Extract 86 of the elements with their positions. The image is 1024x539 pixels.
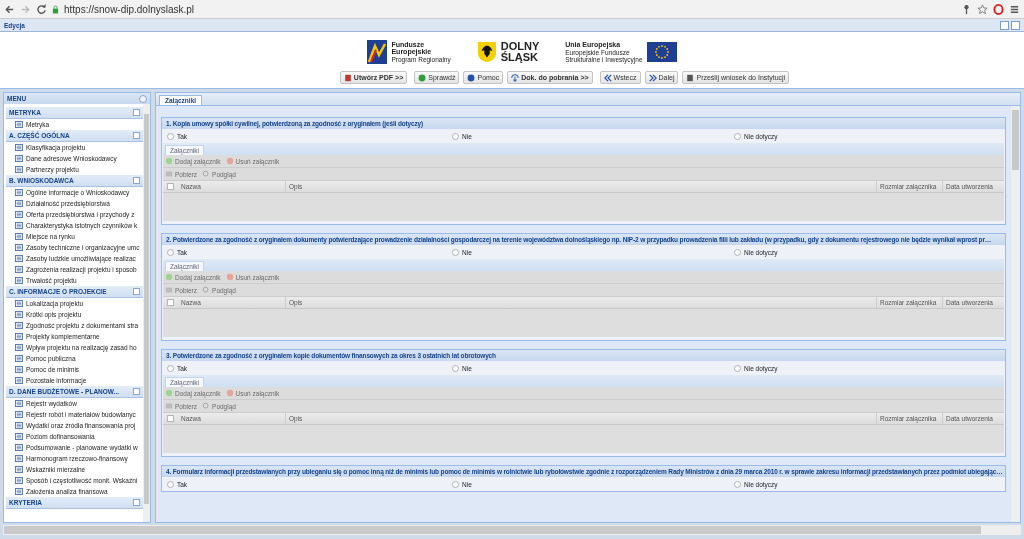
- form-icon: [15, 322, 23, 329]
- radio-button[interactable]: [452, 132, 459, 140]
- form-icon: [15, 333, 23, 340]
- form-icon: [15, 144, 23, 151]
- radio-button[interactable]: [452, 248, 459, 256]
- download-icon: [511, 73, 520, 82]
- radio-button[interactable]: [167, 364, 174, 372]
- form-icon: [15, 121, 23, 128]
- forward-icon[interactable]: [20, 3, 31, 15]
- minus-icon: [225, 157, 234, 165]
- radio-button[interactable]: [734, 364, 741, 372]
- form-icon: [15, 488, 23, 495]
- form-icon: [15, 266, 23, 273]
- eu-flag-icon: [646, 42, 677, 62]
- collapse-icon[interactable]: [133, 388, 140, 395]
- radio-button[interactable]: [452, 480, 459, 488]
- document-icon: [165, 402, 173, 410]
- scrollbar[interactable]: [1011, 106, 1020, 522]
- magnifier-icon: [202, 402, 211, 410]
- form-icon: [15, 377, 23, 384]
- form-icon: [15, 244, 23, 251]
- collapse-icon[interactable]: [133, 109, 140, 116]
- ring-icon[interactable]: [993, 3, 1004, 15]
- back-icon[interactable]: [4, 3, 15, 15]
- magnifier-icon: [202, 170, 211, 178]
- form-icon: [15, 255, 23, 262]
- radio-button[interactable]: [167, 132, 174, 140]
- magnifier-icon: [202, 286, 211, 294]
- collapse-icon[interactable]: [133, 177, 140, 184]
- form-icon: [15, 344, 23, 351]
- radio-button[interactable]: [452, 364, 459, 372]
- form-icon: [15, 277, 23, 284]
- form-icon: [15, 233, 23, 240]
- form-icon: [15, 300, 23, 307]
- form-icon: [15, 311, 23, 318]
- radio-button[interactable]: [734, 132, 741, 140]
- logo-text: ŚLĄSK: [500, 52, 538, 63]
- document-icon: [343, 73, 352, 82]
- form-icon: [15, 400, 23, 407]
- collapse-icon[interactable]: [133, 288, 140, 295]
- radio-button[interactable]: [734, 480, 741, 488]
- reload-icon[interactable]: [36, 3, 47, 15]
- form-icon: [15, 155, 23, 162]
- document-icon: [165, 286, 173, 294]
- minus-icon: [225, 273, 234, 281]
- form-icon: [15, 166, 23, 173]
- lock-icon: [52, 4, 59, 14]
- form-icon: [15, 355, 23, 362]
- double-right-arrow-icon: [648, 73, 657, 82]
- form-icon: [15, 366, 23, 373]
- collapse-icon[interactable]: [133, 499, 140, 506]
- plus-icon: [165, 273, 173, 281]
- plus-icon: [165, 389, 173, 397]
- flag-logo-icon: [367, 40, 388, 64]
- scrollbar[interactable]: [143, 104, 150, 522]
- collapse-icon[interactable]: [133, 132, 140, 139]
- close-icon[interactable]: [1011, 20, 1020, 30]
- star-icon[interactable]: [977, 3, 988, 15]
- form-icon: [15, 455, 23, 462]
- plus-icon: [165, 157, 173, 165]
- double-left-arrow-icon: [603, 73, 612, 82]
- radio-button[interactable]: [167, 248, 174, 256]
- checkbox[interactable]: [167, 415, 174, 422]
- document-icon: [165, 170, 173, 178]
- radio-button[interactable]: [734, 248, 741, 256]
- form-icon: [15, 477, 23, 484]
- form-icon: [15, 411, 23, 418]
- form-icon: [15, 222, 23, 229]
- eagle-shield-icon: [476, 40, 497, 64]
- checkbox[interactable]: [167, 299, 174, 306]
- form-icon: [15, 444, 23, 451]
- logo-text: DOLNY: [500, 41, 540, 52]
- address-bar[interactable]: https://snow-dip.dolnyslask.pl: [64, 3, 195, 15]
- form-icon: [15, 200, 23, 207]
- collapse-icon[interactable]: [139, 94, 147, 103]
- radio-button[interactable]: [167, 480, 174, 488]
- minus-icon: [225, 389, 234, 397]
- form-icon: [15, 433, 23, 440]
- checkbox[interactable]: [167, 183, 174, 190]
- form-icon: [15, 466, 23, 473]
- restore-icon[interactable]: [1000, 20, 1009, 30]
- scrollbar[interactable]: [3, 525, 1021, 535]
- form-icon: [15, 189, 23, 196]
- menu-icon[interactable]: [1009, 3, 1020, 15]
- form-icon: [15, 211, 23, 218]
- form-icon: [15, 422, 23, 429]
